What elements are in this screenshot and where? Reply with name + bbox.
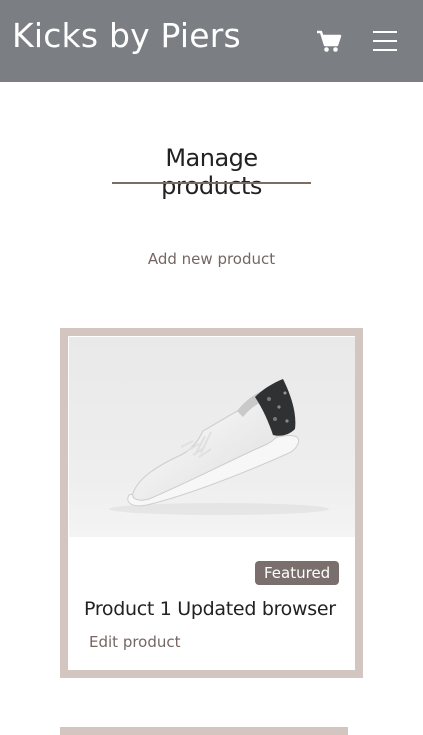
product-image[interactable]: [69, 337, 355, 537]
title-underline: [112, 182, 311, 184]
hamburger-menu-icon[interactable]: [372, 28, 398, 54]
edit-product-link[interactable]: Edit product: [89, 633, 181, 651]
product-card-body: Featured Product 1 Updated browser Edit …: [68, 336, 355, 670]
brand-logo[interactable]: Kicks by Piers: [12, 16, 241, 55]
shopping-cart-icon[interactable]: [316, 28, 342, 54]
page-title: Manage products: [161, 144, 262, 200]
featured-badge: Featured: [255, 561, 340, 585]
add-new-product-link[interactable]: Add new product: [0, 250, 423, 268]
navbar: Kicks by Piers: [0, 0, 423, 82]
next-product-card-border: [60, 727, 348, 735]
product-name: Product 1 Updated browser: [84, 598, 336, 620]
